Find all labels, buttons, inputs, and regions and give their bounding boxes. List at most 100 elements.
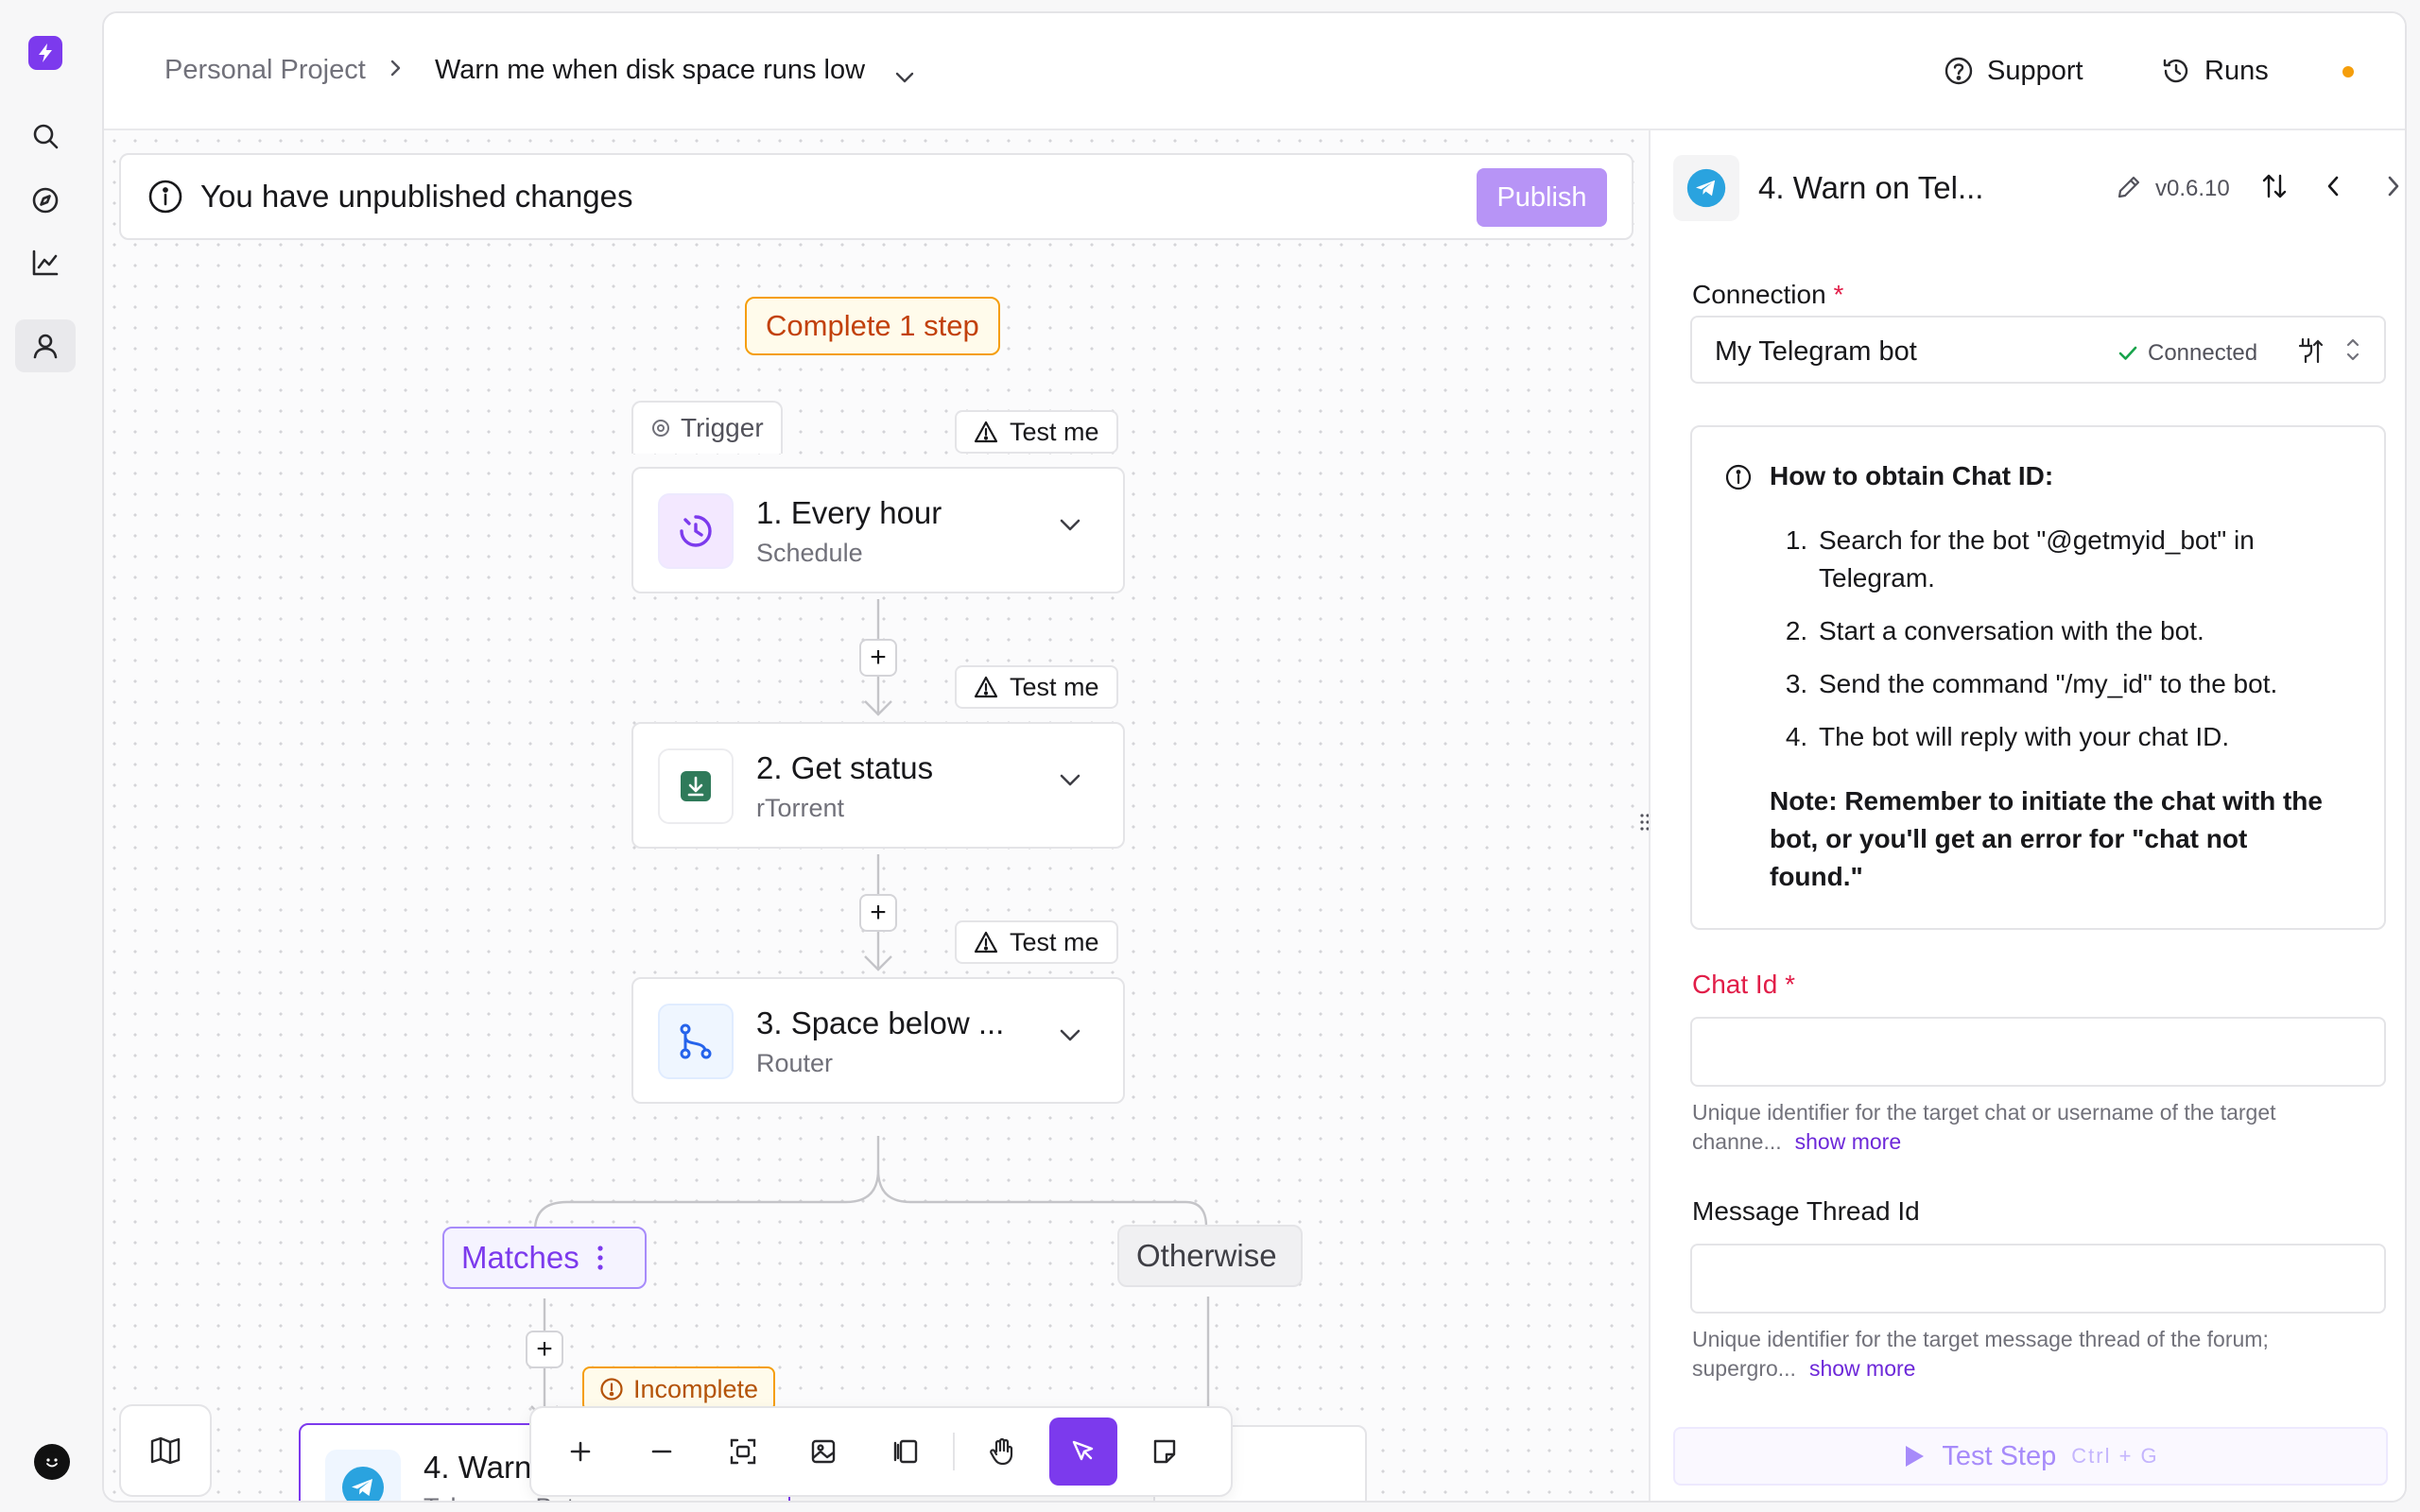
runs-button[interactable]: Runs [2161, 47, 2269, 94]
connection-select[interactable]: My Telegram bot Connected [1690, 316, 2386, 384]
test-me-button-step-1[interactable]: Test me [955, 410, 1118, 454]
chevron-down-icon[interactable] [1059, 1028, 1081, 1048]
chevron-left-icon[interactable] [2325, 174, 2341, 203]
show-more-link[interactable]: show more [1809, 1356, 1915, 1381]
incomplete-label: Incomplete [633, 1374, 759, 1403]
alert-circle-icon [600, 1378, 623, 1400]
top-bar: Personal Project Warn me when disk space… [104, 13, 2405, 130]
message-thread-input[interactable] [1690, 1244, 2386, 1314]
chevron-right-icon [390, 60, 401, 77]
show-more-link[interactable]: show more [1795, 1129, 1901, 1154]
trigger-icon [652, 420, 669, 437]
image-export-icon[interactable] [790, 1418, 858, 1486]
layout-columns-icon[interactable] [872, 1418, 940, 1486]
zoom-in-icon[interactable] [546, 1418, 614, 1486]
incomplete-pill[interactable]: Incomplete [582, 1366, 776, 1412]
minimap-map-icon[interactable] [119, 1404, 212, 1497]
step-title: 2. Get status [756, 750, 934, 785]
step-title: 1. Every hour [756, 495, 942, 530]
step-settings-panel: 4. Warn on Tel... v0.6.10 Connection * M… [1649, 130, 2405, 1501]
telegram-icon [325, 1450, 401, 1501]
test-me-label: Test me [1010, 417, 1099, 446]
test-me-button-step-3[interactable]: Test me [955, 920, 1118, 964]
left-rail [0, 0, 102, 1512]
connection-status-text: Connected [2148, 340, 2258, 366]
canvas-toolbar [529, 1406, 1233, 1497]
help-heading: How to obtain Chat ID: [1770, 461, 2054, 490]
trigger-tag-label: Trigger [681, 413, 764, 442]
step-subtitle: Router [756, 1049, 834, 1077]
panel-resize-handle[interactable] [1635, 809, 1649, 835]
chat-id-help-desc: Unique identifier for the target chat or… [1692, 1100, 2276, 1154]
chevron-down-icon[interactable] [1059, 518, 1081, 538]
add-step-button-1[interactable]: + [859, 639, 897, 677]
reconnect-plug-icon[interactable] [2297, 336, 2324, 369]
support-label: Support [1987, 55, 2083, 86]
test-step-label: Test Step [1942, 1440, 2057, 1471]
thread-help-desc: Unique identifier for the target message… [1692, 1327, 2269, 1381]
connection-status: Connected [2118, 340, 2257, 367]
fit-view-icon[interactable] [709, 1418, 777, 1486]
step-subtitle: Schedule [756, 539, 863, 567]
status-dot [2342, 66, 2354, 77]
branch-otherwise-label: Otherwise [1136, 1238, 1277, 1273]
more-vertical-icon[interactable] [596, 1245, 604, 1271]
list-item: The bot will reply with your chat ID. [1815, 718, 2327, 756]
add-step-button-branch[interactable]: + [526, 1331, 563, 1368]
avatar[interactable] [34, 1444, 70, 1480]
check-icon [2118, 346, 2137, 360]
help-steps-list: Search for the bot "@getmyid_bot" in Tel… [1770, 522, 2327, 771]
runs-label: Runs [2204, 55, 2269, 86]
flow-menu-chevron-down-icon[interactable] [894, 60, 915, 92]
chat-id-input[interactable] [1690, 1017, 2386, 1087]
info-icon [1724, 463, 1753, 496]
main-frame: Personal Project Warn me when disk space… [102, 11, 2407, 1503]
breadcrumb-flow-name[interactable]: Warn me when disk space runs low [435, 55, 865, 86]
select-pointer-icon[interactable] [1049, 1418, 1117, 1486]
connection-value: My Telegram bot [1715, 336, 1917, 367]
chat-id-label: Chat Id * [1692, 970, 1795, 1000]
chat-id-help-text: Unique identifier for the target chat or… [1692, 1098, 2373, 1157]
breadcrumb-project[interactable]: Personal Project [164, 55, 366, 86]
step-card-1[interactable]: 1. Every hour Schedule [631, 467, 1125, 593]
connection-label: Connection * [1692, 280, 1843, 310]
step-card-2[interactable]: 2. Get status rTorrent [631, 722, 1125, 849]
step-card-3[interactable]: 3. Space below ... Router [631, 977, 1125, 1104]
test-me-button-step-2[interactable]: Test me [955, 665, 1118, 709]
warning-icon [974, 931, 998, 954]
trigger-tag: Trigger [631, 401, 783, 454]
branch-matches[interactable]: Matches [442, 1227, 647, 1289]
flow-canvas[interactable]: You have unpublished changes Publish Com… [104, 130, 1649, 1501]
required-mark: * [1833, 280, 1844, 309]
panel-step-title: 4. Warn on Tel... [1758, 170, 1984, 205]
panel-header: 4. Warn on Tel... v0.6.10 [1651, 130, 2405, 242]
add-step-button-2[interactable]: + [859, 894, 897, 932]
support-button[interactable]: Support [1944, 47, 2083, 94]
complete-steps-pill[interactable]: Complete 1 step [745, 297, 1000, 355]
required-mark: * [1785, 970, 1795, 999]
app-logo-icon[interactable] [28, 36, 62, 70]
test-me-label: Test me [1010, 927, 1099, 956]
compass-icon[interactable] [15, 174, 76, 227]
zoom-out-icon[interactable] [628, 1418, 696, 1486]
step-subtitle: rTorrent [756, 794, 845, 822]
hand-pan-icon[interactable] [968, 1418, 1036, 1486]
telegram-icon [1673, 155, 1739, 221]
chevron-right-icon[interactable] [2386, 174, 2401, 203]
chart-icon[interactable] [15, 236, 76, 289]
swap-vertical-icon[interactable] [2261, 172, 2288, 205]
branch-otherwise[interactable]: Otherwise [1117, 1225, 1303, 1287]
edit-pencil-icon[interactable] [2116, 174, 2142, 205]
help-circle-icon [1945, 57, 1973, 85]
test-step-shortcut: Ctrl + G [2071, 1444, 2159, 1468]
chat-id-help-card: How to obtain Chat ID: Search for the bo… [1690, 425, 2386, 930]
chevron-down-icon[interactable] [1059, 773, 1081, 793]
note-icon[interactable] [1131, 1418, 1199, 1486]
select-chevrons-icon[interactable] [2344, 335, 2361, 369]
branch-icon [658, 1004, 734, 1079]
history-icon [2163, 59, 2188, 83]
chat-id-label-text: Chat Id [1692, 970, 1778, 999]
search-icon[interactable] [15, 110, 76, 163]
user-icon[interactable] [15, 319, 76, 372]
test-step-button[interactable]: Test Step Ctrl + G [1673, 1427, 2388, 1486]
